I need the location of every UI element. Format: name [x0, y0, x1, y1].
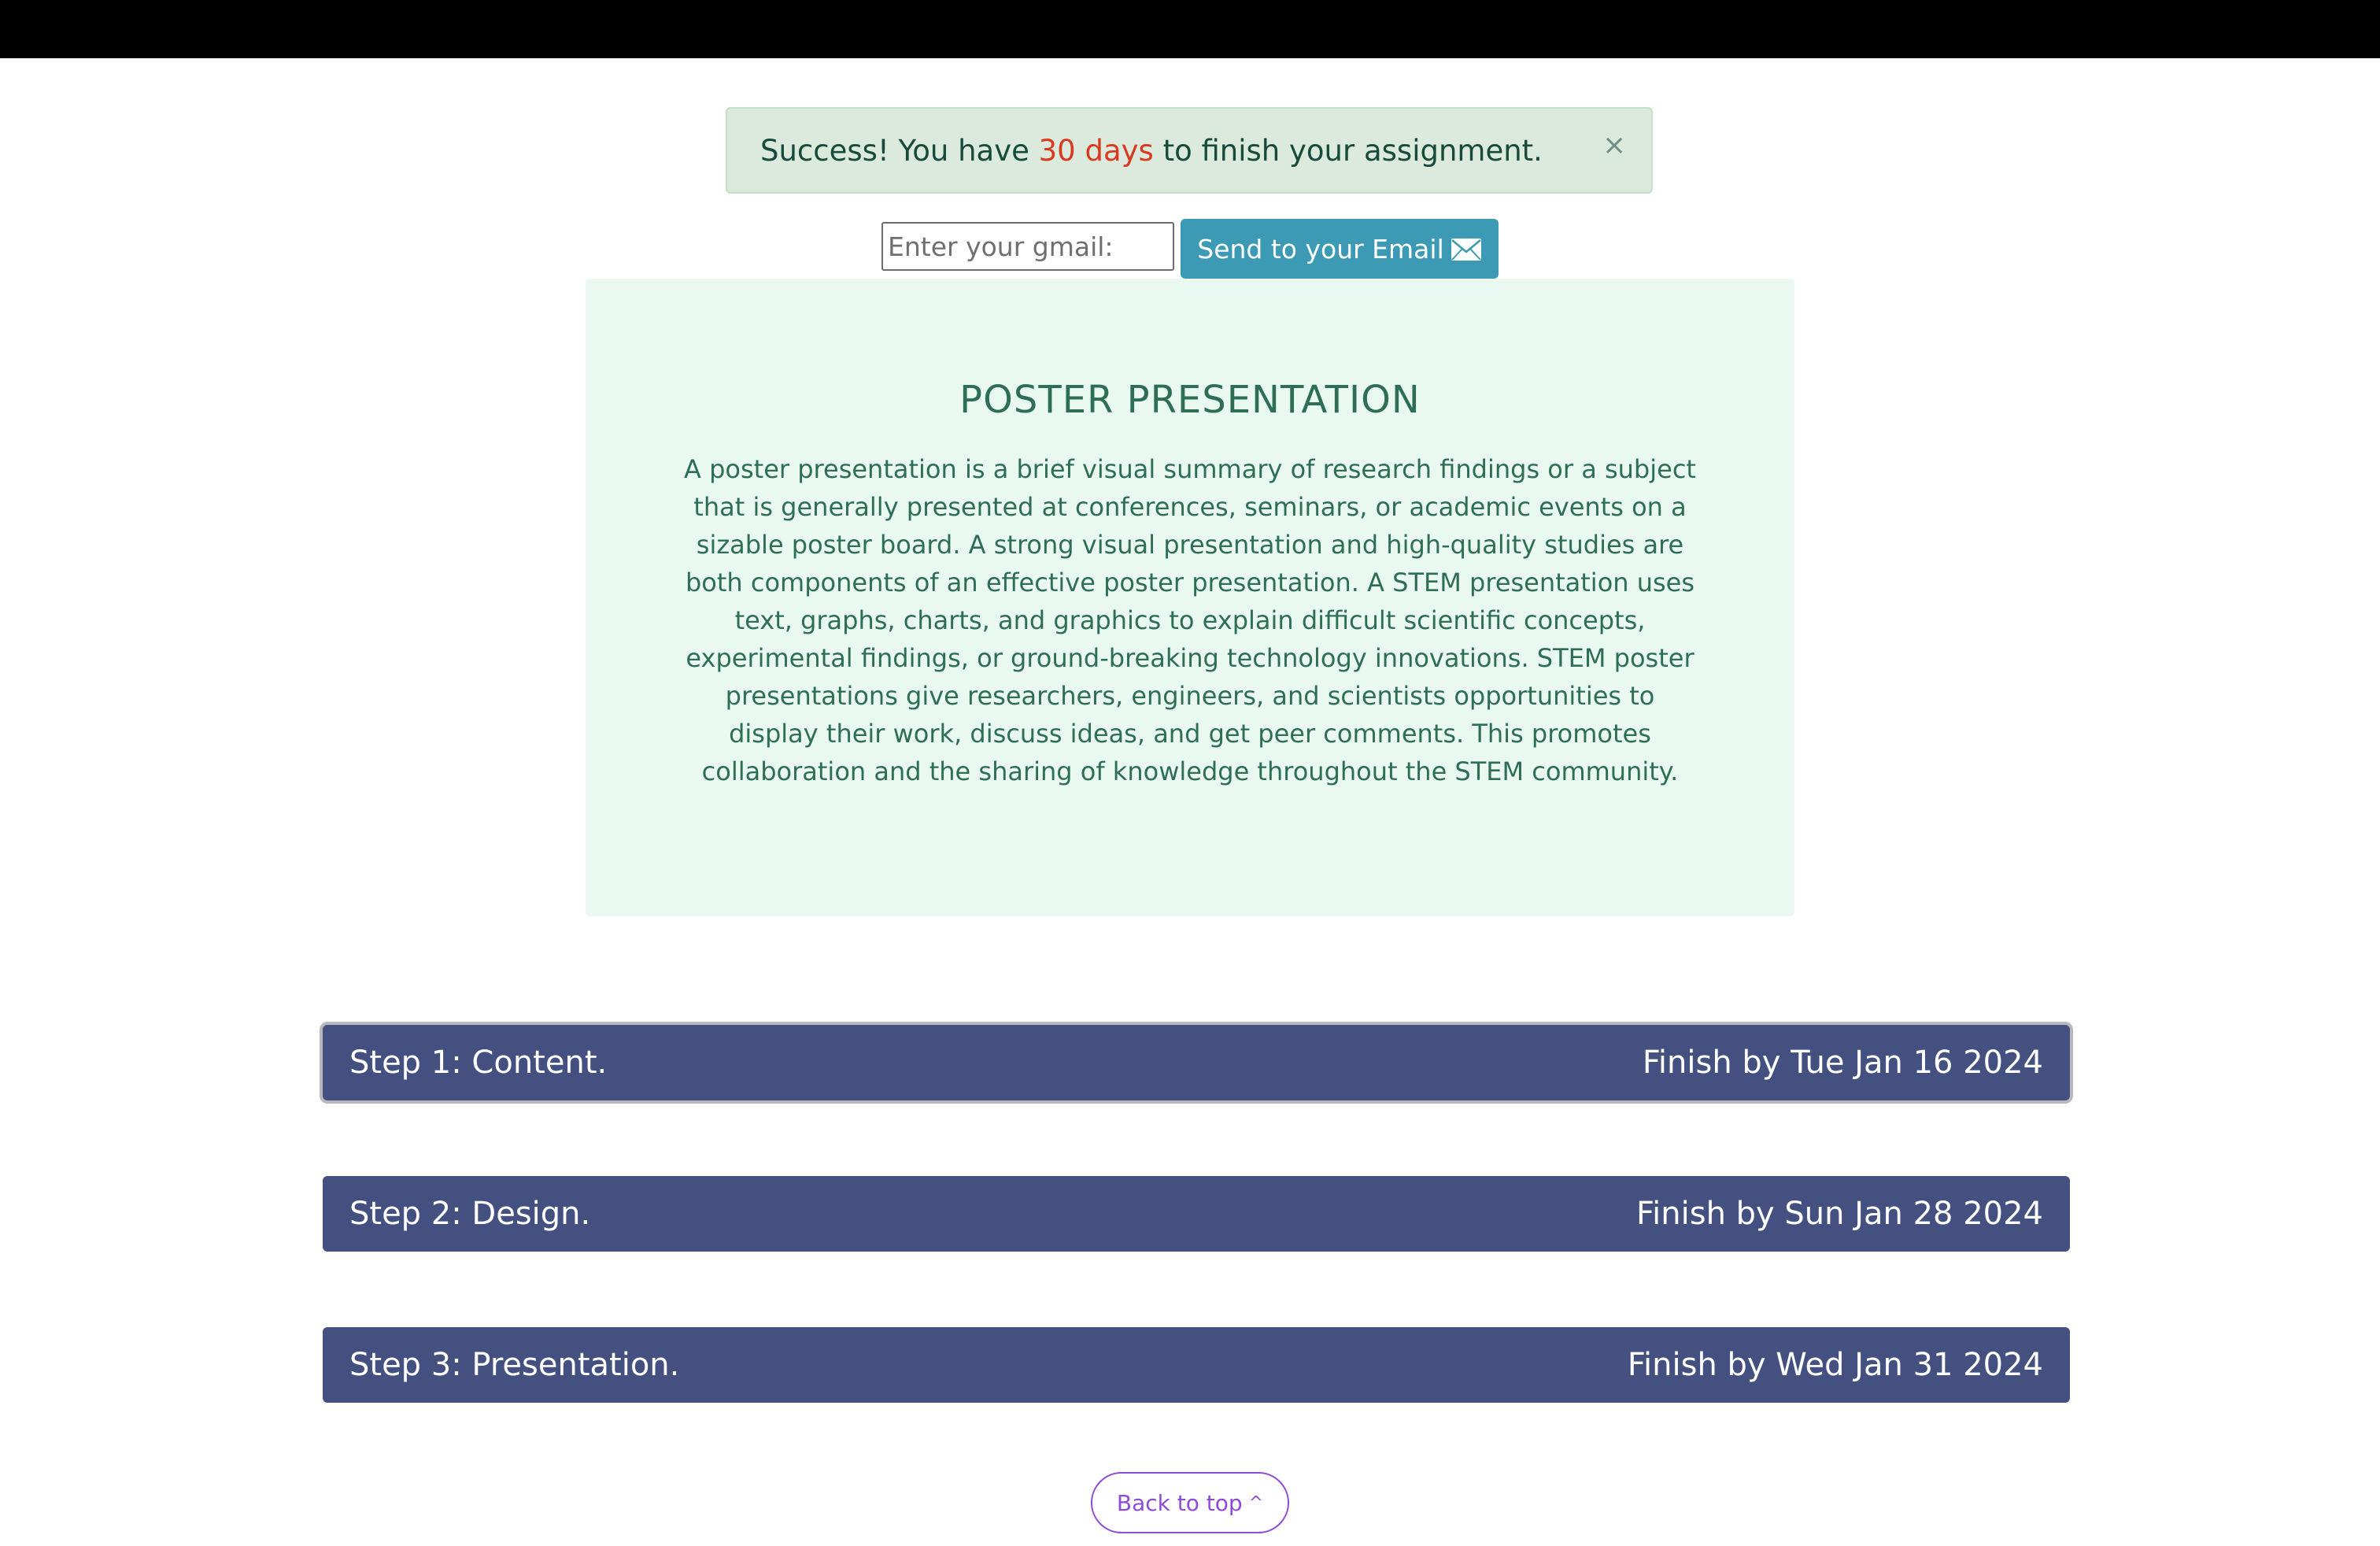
- send-email-button[interactable]: Send to your Email: [1181, 219, 1499, 279]
- alert-days-highlight: 30 days: [1038, 133, 1154, 168]
- envelope-icon: [1451, 237, 1482, 261]
- alert-message: Success! You have 30 days to finish your…: [760, 134, 1543, 168]
- email-input[interactable]: [881, 222, 1174, 271]
- card-description: A poster presentation is a brief visual …: [684, 454, 1696, 786]
- card-title: POSTER PRESENTATION: [959, 378, 1421, 422]
- back-to-top-label: Back to top: [1116, 1489, 1243, 1516]
- poster-info-card: POSTER PRESENTATION A poster presentatio…: [586, 279, 1794, 916]
- close-icon[interactable]: ×: [1602, 129, 1626, 161]
- step-3-header[interactable]: Step 3: Presentation. Finish by Wed Jan …: [323, 1327, 2070, 1403]
- step-1-header[interactable]: Step 1: Content. Finish by Tue Jan 16 20…: [323, 1025, 2070, 1100]
- send-email-label: Send to your Email: [1197, 233, 1444, 264]
- alert-suffix: to finish your assignment.: [1153, 133, 1543, 168]
- step-label: Step 3: Presentation.: [349, 1347, 680, 1383]
- step-deadline: Finish by Tue Jan 16 2024: [1642, 1045, 2043, 1081]
- caret-up-icon: ^: [1248, 1492, 1264, 1513]
- top-bar: [0, 0, 2380, 58]
- step-label: Step 2: Design.: [349, 1196, 591, 1232]
- back-to-top-button[interactable]: Back to top ^: [1091, 1472, 1289, 1533]
- step-deadline: Finish by Wed Jan 31 2024: [1627, 1347, 2043, 1383]
- step-label: Step 1: Content.: [349, 1045, 608, 1081]
- success-alert: Success! You have 30 days to finish your…: [726, 107, 1653, 194]
- step-2-header[interactable]: Step 2: Design. Finish by Sun Jan 28 202…: [323, 1176, 2070, 1252]
- alert-prefix: Success! You have: [760, 133, 1039, 168]
- step-deadline: Finish by Sun Jan 28 2024: [1636, 1196, 2043, 1232]
